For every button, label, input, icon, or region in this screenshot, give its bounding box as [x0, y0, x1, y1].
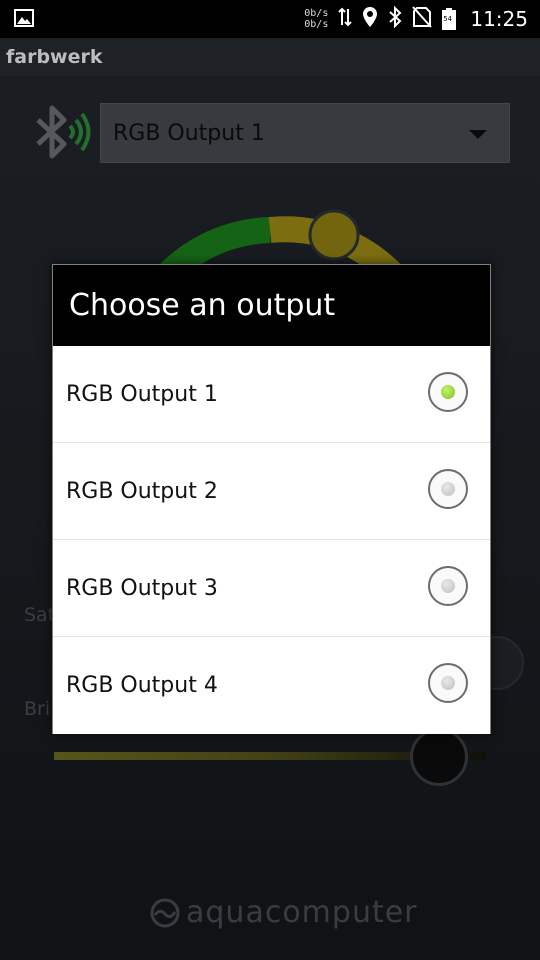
radio-dot — [441, 676, 455, 690]
dialog-title: Choose an output — [69, 288, 336, 323]
net-up-speed: 0b/s — [304, 8, 329, 19]
dialog-header: Choose an output — [53, 265, 490, 346]
location-icon — [362, 6, 378, 32]
radio-dot — [441, 385, 455, 399]
radio-button-checked[interactable] — [428, 372, 468, 412]
status-bar: 0b/s 0b/s 54 11:25 — [0, 0, 540, 38]
radio-button[interactable] — [428, 469, 468, 509]
radio-button[interactable] — [428, 663, 468, 703]
bluetooth-icon — [388, 5, 402, 32]
output-option-4[interactable]: RGB Output 4 — [53, 637, 490, 734]
network-speed: 0b/s 0b/s — [304, 8, 328, 30]
option-label: RGB Output 4 — [66, 673, 218, 698]
battery-icon: 54 — [442, 8, 457, 30]
radio-dot — [441, 482, 455, 496]
choose-output-dialog: Choose an output RGB Output 1 RGB Output… — [52, 264, 491, 734]
app-title-bar: farbwerk — [0, 38, 540, 76]
image-icon — [14, 9, 34, 31]
output-option-list: RGB Output 1 RGB Output 2 RGB Output 3 R… — [53, 346, 490, 734]
net-down-speed: 0b/s — [304, 19, 329, 30]
data-transfer-icon — [338, 7, 353, 31]
option-label: RGB Output 2 — [66, 478, 218, 504]
option-label: RGB Output 1 — [66, 381, 218, 407]
output-option-3[interactable]: RGB Output 3 — [53, 540, 490, 637]
app-title: farbwerk — [6, 46, 103, 68]
output-option-1[interactable]: RGB Output 1 — [53, 346, 490, 443]
output-option-2[interactable]: RGB Output 2 — [53, 443, 490, 540]
battery-level: 54 — [443, 15, 452, 23]
option-label: RGB Output 3 — [66, 575, 218, 601]
clock: 11:25 — [470, 7, 528, 31]
radio-dot — [441, 579, 455, 593]
radio-button[interactable] — [428, 566, 468, 606]
no-sim-icon — [412, 6, 433, 32]
